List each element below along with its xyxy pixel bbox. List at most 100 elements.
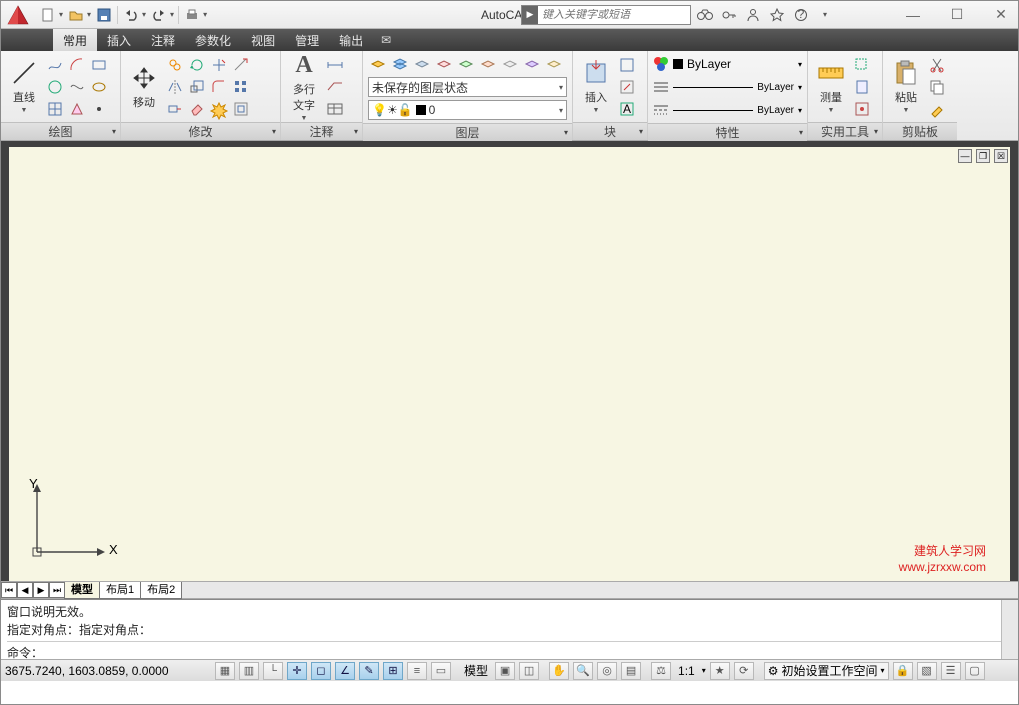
trim-icon[interactable] bbox=[209, 55, 229, 75]
layout-tab-1[interactable]: 布局1 bbox=[99, 582, 141, 599]
arc-icon[interactable] bbox=[67, 55, 87, 75]
annoscale-icon[interactable]: ⚖ bbox=[651, 662, 671, 680]
layerstate-icon[interactable] bbox=[522, 54, 542, 74]
mirror-icon[interactable] bbox=[165, 77, 185, 97]
stretch-icon[interactable] bbox=[165, 99, 185, 119]
qp-toggle[interactable]: ▭ bbox=[431, 662, 451, 680]
layerlock-icon[interactable] bbox=[434, 54, 454, 74]
command-window[interactable]: 窗口说明无效。 指定对角点：指定对角点： 命令： bbox=[1, 599, 1018, 659]
coords-readout[interactable]: 3675.7240, 1603.0859, 0.0000 bbox=[5, 664, 205, 678]
rotate-icon[interactable] bbox=[187, 55, 207, 75]
minimize-button[interactable]: — bbox=[902, 6, 924, 24]
tab-extra-icon[interactable]: ✉ bbox=[373, 29, 399, 51]
dyn-toggle[interactable]: ⊞ bbox=[383, 662, 403, 680]
dimension-icon[interactable] bbox=[325, 55, 345, 75]
table-icon[interactable] bbox=[325, 99, 345, 119]
drawing-canvas[interactable]: — ❐ ☒ Y X 建筑人学习网 www.jzrxxw.com bbox=[9, 147, 1010, 581]
select-icon[interactable] bbox=[852, 55, 872, 75]
pan-icon[interactable]: ✋ bbox=[549, 662, 569, 680]
tab-insert[interactable]: 插入 bbox=[97, 29, 141, 51]
qat-open-icon[interactable] bbox=[67, 6, 85, 24]
comm-icon[interactable] bbox=[744, 6, 762, 24]
isolate-icon[interactable]: ☰ bbox=[941, 662, 961, 680]
otrack-toggle[interactable]: ∠ bbox=[335, 662, 355, 680]
create-block-icon[interactable] bbox=[617, 55, 637, 75]
grid-toggle[interactable]: ▥ bbox=[239, 662, 259, 680]
key-icon[interactable] bbox=[720, 6, 738, 24]
copy-clip-icon[interactable] bbox=[927, 77, 947, 97]
maximize-button[interactable]: ☐ bbox=[946, 6, 968, 24]
color-combo[interactable]: ByLayer▾ bbox=[653, 54, 802, 74]
layerprop-icon[interactable] bbox=[368, 54, 388, 74]
line-button[interactable]: 直线▼ bbox=[6, 55, 42, 119]
layout-tab-model[interactable]: 模型 bbox=[64, 582, 100, 599]
explode-icon[interactable] bbox=[209, 99, 229, 119]
layermatch-icon[interactable] bbox=[456, 54, 476, 74]
layout-quick-icon[interactable]: ▣ bbox=[495, 662, 515, 680]
move-button[interactable]: 移动 bbox=[126, 55, 162, 119]
qat-new-icon[interactable] bbox=[39, 6, 57, 24]
point-icon[interactable] bbox=[89, 99, 109, 119]
tab-first-icon[interactable]: ⏮ bbox=[1, 582, 17, 598]
erase-icon[interactable] bbox=[187, 99, 207, 119]
layout-max-icon[interactable]: ◫ bbox=[519, 662, 539, 680]
polar-toggle[interactable]: ✛ bbox=[287, 662, 307, 680]
steering-icon[interactable]: ◎ bbox=[597, 662, 617, 680]
edit-block-icon[interactable] bbox=[617, 77, 637, 97]
matchprop-icon[interactable] bbox=[927, 99, 947, 119]
tab-home[interactable]: 常用 bbox=[53, 29, 97, 51]
workspace-combo[interactable]: ⚙ 初始设置工作空间 ▾ bbox=[764, 662, 889, 680]
infocenter-search[interactable]: ▶ bbox=[521, 5, 691, 25]
extend-icon[interactable] bbox=[231, 55, 251, 75]
linetype-combo[interactable]: ByLayer▾ bbox=[653, 100, 802, 120]
lwt-toggle[interactable]: ≡ bbox=[407, 662, 427, 680]
osnap-toggle[interactable]: ◻ bbox=[311, 662, 331, 680]
ducs-toggle[interactable]: ✎ bbox=[359, 662, 379, 680]
tab-output[interactable]: 输出 bbox=[329, 29, 373, 51]
rect-icon[interactable] bbox=[89, 55, 109, 75]
qat-save-icon[interactable] bbox=[95, 6, 113, 24]
cut-icon[interactable] bbox=[927, 55, 947, 75]
vp-restore-icon[interactable]: ❐ bbox=[976, 149, 990, 163]
snap-toggle[interactable]: ▦ bbox=[215, 662, 235, 680]
attr-icon[interactable]: A bbox=[617, 99, 637, 119]
search-input[interactable] bbox=[538, 9, 690, 21]
cleanscreen-icon[interactable]: ▢ bbox=[965, 662, 985, 680]
annoauto-icon[interactable]: ⟳ bbox=[734, 662, 754, 680]
polyline-icon[interactable] bbox=[45, 55, 65, 75]
tab-annotate[interactable]: 注释 bbox=[141, 29, 185, 51]
close-button[interactable]: ✕ bbox=[990, 6, 1012, 24]
tab-prev-icon[interactable]: ◀ bbox=[17, 582, 33, 598]
tab-manage[interactable]: 管理 bbox=[285, 29, 329, 51]
qat-undo-icon[interactable] bbox=[122, 6, 140, 24]
annoscale-value[interactable]: 1:1 bbox=[675, 664, 698, 678]
mtext-button[interactable]: A 多行 文字▼ bbox=[286, 55, 322, 119]
scale-icon[interactable] bbox=[187, 77, 207, 97]
layerwalk-icon[interactable] bbox=[544, 54, 564, 74]
binoculars-icon[interactable] bbox=[696, 6, 714, 24]
insert-button[interactable]: 插入▼ bbox=[578, 55, 614, 119]
hardware-icon[interactable]: ▧ bbox=[917, 662, 937, 680]
favorite-icon[interactable] bbox=[768, 6, 786, 24]
layer-combo[interactable]: 💡 ☀ 🔓 0▾ bbox=[368, 100, 567, 120]
qat-redo-icon[interactable] bbox=[150, 6, 168, 24]
qcalc-icon[interactable] bbox=[852, 77, 872, 97]
qat-print-icon[interactable] bbox=[183, 6, 201, 24]
layeriso-icon[interactable] bbox=[390, 54, 410, 74]
vp-close-icon[interactable]: ☒ bbox=[994, 149, 1008, 163]
vp-minimize-icon[interactable]: — bbox=[958, 149, 972, 163]
spline-icon[interactable] bbox=[67, 77, 87, 97]
zoom-icon[interactable]: 🔍 bbox=[573, 662, 593, 680]
measure-button[interactable]: 测量▼ bbox=[813, 55, 849, 119]
fillet-icon[interactable] bbox=[209, 77, 229, 97]
offset-icon[interactable] bbox=[231, 99, 251, 119]
layerstate-combo[interactable]: 未保存的图层状态▾ bbox=[368, 77, 567, 97]
array-icon[interactable] bbox=[231, 77, 251, 97]
region-icon[interactable] bbox=[67, 99, 87, 119]
help-icon[interactable]: ? bbox=[792, 6, 810, 24]
tab-next-icon[interactable]: ▶ bbox=[33, 582, 49, 598]
cmd-scrollbar[interactable] bbox=[1001, 600, 1018, 659]
tab-view[interactable]: 视图 bbox=[241, 29, 285, 51]
selectall-icon[interactable] bbox=[852, 99, 872, 119]
annovis-icon[interactable]: ★ bbox=[710, 662, 730, 680]
